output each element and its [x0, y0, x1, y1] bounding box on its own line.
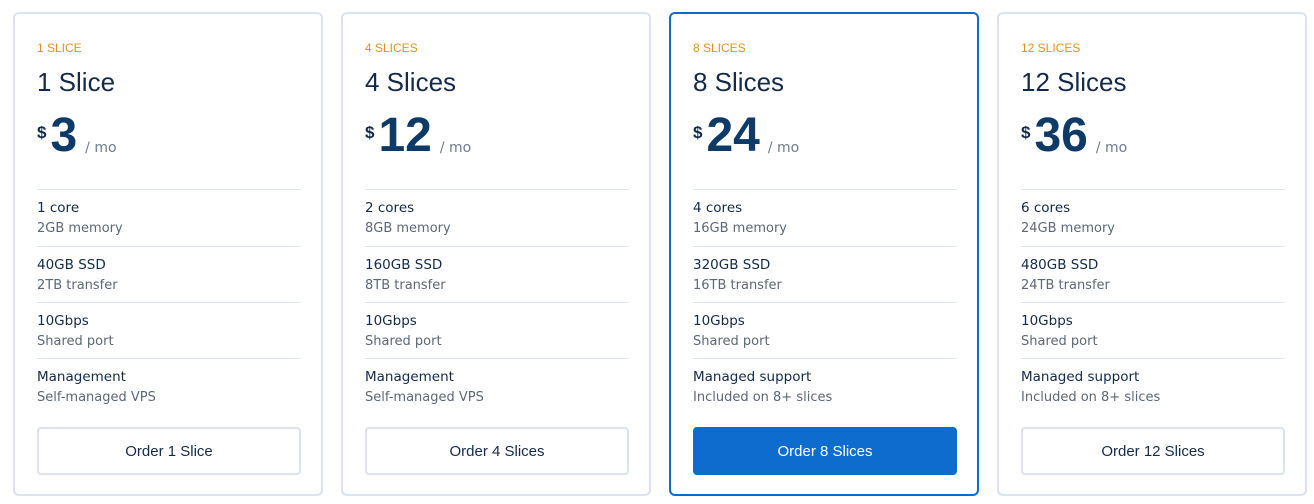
- spec-item-cores: 4 cores 16GB memory: [693, 189, 957, 246]
- spec-item-storage: 40GB SSD 2TB transfer: [37, 246, 301, 302]
- price-period: / mo: [85, 140, 117, 156]
- spec-item-management: Management Self-managed VPS: [37, 358, 301, 414]
- spec-item-storage: 480GB SSD 24TB transfer: [1021, 246, 1285, 302]
- spec-sub: Self-managed VPS: [365, 390, 484, 405]
- pricing-plans: 1 SLICE 1 Slice $ 3 / mo 1 core 2GB memo…: [0, 0, 1314, 504]
- price-amount: 3: [50, 109, 78, 162]
- price-period: / mo: [439, 140, 472, 156]
- spec-sub: Shared port: [1021, 334, 1098, 349]
- currency-symbol: $: [365, 123, 375, 142]
- spec-main: 6 cores: [1021, 200, 1071, 216]
- spec-item-cores: 2 cores 8GB memory: [365, 189, 629, 246]
- price-period: / mo: [1095, 140, 1128, 156]
- plan-title: 12 Slices: [1021, 67, 1127, 97]
- spec-list: 2 cores 8GB memory 160GB SSD 8TB transfe…: [365, 189, 629, 414]
- order-1-slice-button[interactable]: Order 1 Slice: [37, 427, 301, 475]
- spec-main: 10Gbps: [1021, 313, 1073, 329]
- plan-price: $ 36 / mo: [1021, 112, 1127, 162]
- spec-main: 10Gbps: [693, 313, 745, 329]
- spec-item-network: 10Gbps Shared port: [365, 302, 629, 358]
- order-4-slices-button[interactable]: Order 4 Slices: [365, 427, 629, 475]
- spec-sub: 2GB memory: [37, 221, 123, 236]
- spec-sub: 16TB transfer: [693, 278, 782, 293]
- spec-sub: 8GB memory: [365, 221, 451, 236]
- currency-symbol: $: [1021, 123, 1031, 142]
- spec-main: Managed support: [693, 369, 812, 385]
- spec-sub: Shared port: [693, 334, 770, 349]
- price-amount: 24: [706, 109, 760, 162]
- price-amount: 36: [1034, 109, 1088, 162]
- spec-item-management: Managed support Included on 8+ slices: [1021, 358, 1285, 414]
- spec-sub: 2TB transfer: [37, 278, 118, 293]
- spec-main: Management: [365, 369, 454, 385]
- spec-sub: 24TB transfer: [1021, 278, 1110, 293]
- plan-price: $ 24 / mo: [693, 112, 799, 162]
- spec-sub: Self-managed VPS: [37, 390, 156, 405]
- spec-sub: 8TB transfer: [365, 278, 446, 293]
- price-period: / mo: [767, 140, 800, 156]
- price-amount: 12: [378, 109, 432, 162]
- spec-item-management: Management Self-managed VPS: [365, 358, 629, 414]
- spec-main: 10Gbps: [37, 313, 89, 329]
- spec-item-management: Managed support Included on 8+ slices: [693, 358, 957, 414]
- currency-symbol: $: [693, 123, 703, 142]
- spec-main: 40GB SSD: [37, 257, 106, 273]
- plan-kicker: 4 SLICES: [365, 41, 418, 55]
- spec-sub: Included on 8+ slices: [1021, 390, 1161, 405]
- spec-sub: 24GB memory: [1021, 221, 1115, 236]
- plan-title: 1 Slice: [37, 67, 116, 97]
- plan-title: 4 Slices: [365, 67, 457, 97]
- spec-item-storage: 160GB SSD 8TB transfer: [365, 246, 629, 302]
- spec-sub: Shared port: [365, 334, 442, 349]
- plan-kicker: 8 SLICES: [693, 41, 746, 55]
- spec-main: Management: [37, 369, 126, 385]
- spec-item-storage: 320GB SSD 16TB transfer: [693, 246, 957, 302]
- spec-list: 4 cores 16GB memory 320GB SSD 16TB trans…: [693, 189, 957, 414]
- order-12-slices-button[interactable]: Order 12 Slices: [1021, 427, 1285, 475]
- spec-main: 160GB SSD: [365, 257, 443, 273]
- spec-main: 1 core: [37, 200, 80, 216]
- currency-symbol: $: [37, 123, 47, 142]
- spec-sub: 16GB memory: [693, 221, 787, 236]
- plan-kicker: 1 SLICE: [37, 41, 82, 55]
- spec-main: 2 cores: [365, 200, 415, 216]
- plan-card-1-slice: 1 SLICE 1 Slice $ 3 / mo 1 core 2GB memo…: [13, 12, 323, 496]
- spec-sub: Included on 8+ slices: [693, 390, 833, 405]
- spec-item-network: 10Gbps Shared port: [693, 302, 957, 358]
- plan-price: $ 12 / mo: [365, 112, 471, 162]
- spec-main: Managed support: [1021, 369, 1140, 385]
- plan-card-12-slices: 12 SLICES 12 Slices $ 36 / mo 6 cores 24…: [997, 12, 1307, 496]
- spec-item-cores: 6 cores 24GB memory: [1021, 189, 1285, 246]
- spec-main: 480GB SSD: [1021, 257, 1099, 273]
- spec-list: 6 cores 24GB memory 480GB SSD 24TB trans…: [1021, 189, 1285, 414]
- plan-card-8-slices: 8 SLICES 8 Slices $ 24 / mo 4 cores 16GB…: [669, 12, 979, 496]
- spec-main: 320GB SSD: [693, 257, 771, 273]
- spec-item-network: 10Gbps Shared port: [37, 302, 301, 358]
- plan-kicker: 12 SLICES: [1021, 41, 1081, 55]
- order-8-slices-button[interactable]: Order 8 Slices: [693, 427, 957, 475]
- plan-title: 8 Slices: [693, 67, 785, 97]
- plan-card-4-slices: 4 SLICES 4 Slices $ 12 / mo 2 cores 8GB …: [341, 12, 651, 496]
- spec-item-cores: 1 core 2GB memory: [37, 189, 301, 246]
- plan-price: $ 3 / mo: [37, 112, 117, 162]
- spec-sub: Shared port: [37, 334, 114, 349]
- spec-item-network: 10Gbps Shared port: [1021, 302, 1285, 358]
- spec-list: 1 core 2GB memory 40GB SSD 2TB transfer …: [37, 189, 301, 414]
- spec-main: 4 cores: [693, 200, 743, 216]
- spec-main: 10Gbps: [365, 313, 417, 329]
